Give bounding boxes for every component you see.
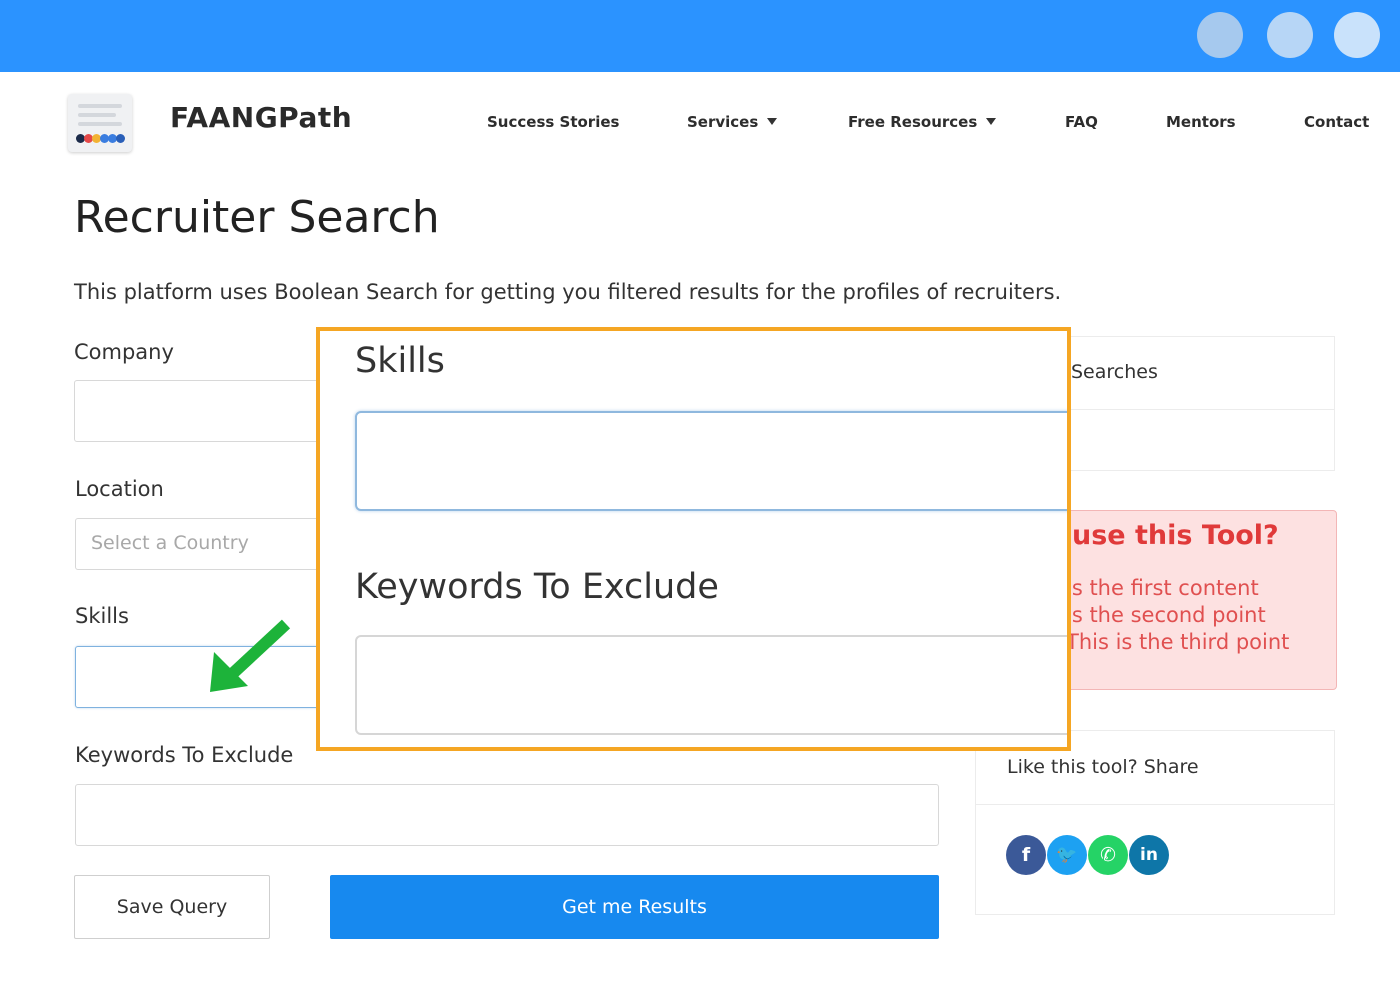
caret-down-icon bbox=[767, 118, 778, 125]
facebook-icon[interactable]: f bbox=[1006, 835, 1046, 875]
brand-name[interactable]: FAANGPath bbox=[170, 101, 352, 134]
company-label: Company bbox=[74, 340, 174, 364]
page-description: This platform uses Boolean Search for ge… bbox=[74, 280, 1062, 304]
window-control-dot[interactable] bbox=[1267, 12, 1313, 58]
caret-down-icon bbox=[986, 118, 997, 125]
location-placeholder: Select a Country bbox=[91, 532, 249, 554]
location-label: Location bbox=[75, 477, 164, 501]
zoom-callout: Skills Keywords To Exclude bbox=[316, 327, 1071, 751]
location-select[interactable]: Select a Country bbox=[75, 518, 335, 570]
nav-success-stories[interactable]: Success Stories bbox=[487, 113, 619, 131]
alert-line: This is the third point bbox=[1066, 630, 1290, 654]
zoom-skills-input[interactable] bbox=[355, 411, 1067, 511]
linkedin-icon[interactable]: in bbox=[1129, 835, 1169, 875]
searches-card-title: Searches bbox=[1071, 361, 1158, 383]
skills-label: Skills bbox=[75, 604, 129, 628]
company-input[interactable] bbox=[74, 380, 334, 442]
whatsapp-icon[interactable]: ✆ bbox=[1088, 835, 1128, 875]
zoom-skills-label: Skills bbox=[355, 341, 445, 381]
card-divider bbox=[976, 804, 1334, 805]
exclude-input[interactable] bbox=[75, 784, 939, 846]
zoom-exclude-input[interactable] bbox=[355, 635, 1067, 735]
get-results-button[interactable]: Get me Results bbox=[330, 875, 939, 939]
alert-title: use this Tool? bbox=[1072, 520, 1279, 551]
nav-mentors[interactable]: Mentors bbox=[1166, 113, 1236, 131]
alert-line: is the second point bbox=[1066, 603, 1266, 627]
nav-faq[interactable]: FAQ bbox=[1065, 113, 1098, 131]
exclude-label: Keywords To Exclude bbox=[75, 743, 294, 767]
save-query-button[interactable]: Save Query bbox=[74, 875, 270, 939]
green-arrow-icon bbox=[210, 619, 291, 692]
brand-logo[interactable] bbox=[68, 94, 132, 152]
nav-free-resources[interactable]: Free Resources bbox=[848, 113, 997, 131]
window-top-bar bbox=[0, 0, 1400, 72]
nav-contact[interactable]: Contact bbox=[1304, 113, 1369, 131]
zoom-exclude-label: Keywords To Exclude bbox=[355, 567, 719, 607]
nav-services[interactable]: Services bbox=[687, 113, 778, 131]
alert-line: is the first content bbox=[1066, 576, 1259, 600]
window-control-dot[interactable] bbox=[1197, 12, 1243, 58]
share-card-title: Like this tool? Share bbox=[1007, 756, 1199, 778]
twitter-icon[interactable]: 🐦 bbox=[1047, 835, 1087, 875]
page-title: Recruiter Search bbox=[74, 192, 440, 243]
window-control-dot[interactable] bbox=[1334, 12, 1380, 58]
